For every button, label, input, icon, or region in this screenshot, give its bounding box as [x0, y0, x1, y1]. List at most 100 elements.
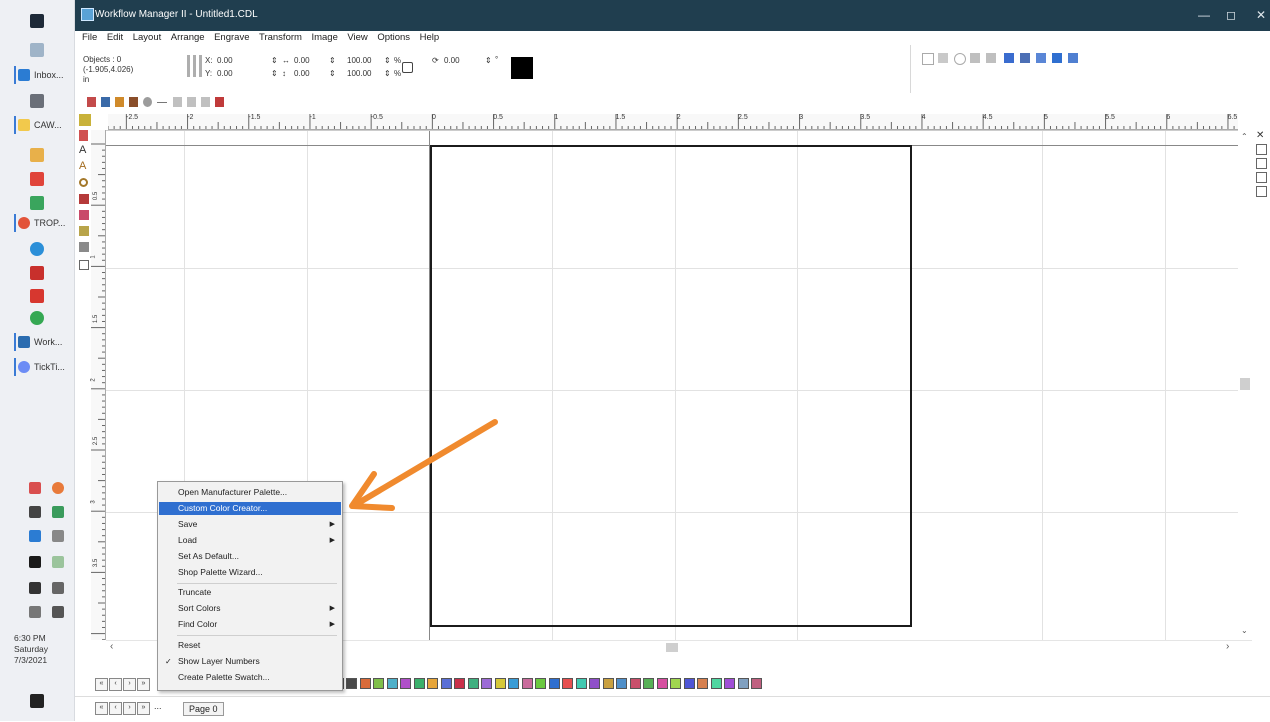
tool-icon[interactable]	[173, 97, 182, 107]
menu-item-set-as-default[interactable]: Set As Default...	[159, 550, 341, 563]
palette-next-button[interactable]: ›	[123, 678, 136, 691]
tray-icon[interactable]	[52, 530, 64, 542]
y-input[interactable]: 0.00	[217, 69, 233, 78]
shape-tool-icon[interactable]	[79, 194, 89, 204]
tool-icon[interactable]	[115, 97, 124, 107]
color-swatch[interactable]	[643, 678, 654, 689]
zoom-icon[interactable]	[1256, 172, 1267, 183]
color-swatch[interactable]	[440, 678, 452, 689]
color-swatch[interactable]	[751, 678, 762, 689]
color-swatch[interactable]	[575, 678, 587, 689]
tool-icon[interactable]	[201, 97, 210, 107]
scroll-up-icon[interactable]: ⌃	[1241, 132, 1248, 141]
menu-item-open-manufacturer-palette[interactable]: Open Manufacturer Palette...	[159, 486, 341, 499]
height-input[interactable]: 0.00	[294, 69, 310, 78]
circle-icon[interactable]	[954, 53, 966, 65]
menu-image[interactable]: Image	[311, 31, 337, 45]
width-percent-input[interactable]: 100.00	[347, 56, 371, 65]
green-app-icon[interactable]	[30, 196, 44, 210]
color-swatch[interactable]	[413, 678, 425, 689]
color-swatch[interactable]	[481, 678, 492, 689]
menu-item-create-palette-swatch[interactable]: Create Palette Swatch...	[159, 671, 341, 684]
rotate-input[interactable]: 0.00	[444, 56, 460, 65]
color-swatch[interactable]	[710, 678, 722, 689]
select-tool-icon[interactable]	[1004, 53, 1014, 63]
width-input[interactable]: 0.00	[294, 56, 310, 65]
menu-item-save[interactable]: Save ▶	[159, 518, 341, 531]
pointer-tool-icon[interactable]	[79, 130, 88, 141]
x-input[interactable]: 0.00	[217, 56, 233, 65]
start-icon[interactable]	[30, 14, 44, 28]
fill-tool-icon[interactable]	[79, 210, 89, 220]
green-circle-icon[interactable]	[30, 311, 44, 325]
close-panel-icon[interactable]: ✕	[1256, 130, 1264, 141]
volume-icon[interactable]	[52, 606, 64, 618]
zoom-tool-icon[interactable]	[79, 178, 88, 187]
color-swatch[interactable]	[737, 678, 749, 689]
zoom-icon[interactable]	[1256, 158, 1267, 169]
color-swatch[interactable]	[467, 678, 479, 689]
maximize-button[interactable]: ◻	[1226, 8, 1236, 22]
spin-icon[interactable]: ⇕	[271, 56, 278, 65]
transform-tool-icon[interactable]	[1052, 53, 1062, 63]
tool-icon[interactable]	[101, 97, 110, 107]
menu-layout[interactable]: Layout	[133, 31, 162, 45]
tool-icon[interactable]	[187, 97, 196, 107]
tray-icon[interactable]	[29, 482, 41, 494]
spin-icon[interactable]: ⇕	[384, 69, 391, 78]
menu-item-sort-colors[interactable]: Sort Colors ▶	[159, 602, 341, 615]
color-swatch[interactable]	[548, 678, 560, 689]
anchor-grid-icon[interactable]	[187, 55, 203, 77]
color-swatch[interactable]	[724, 678, 735, 689]
taskbar-app-trop[interactable]: TROP...	[14, 214, 72, 232]
snip-icon[interactable]	[30, 148, 44, 162]
color-swatch[interactable]	[521, 678, 533, 689]
color-swatch[interactable]	[589, 678, 600, 689]
zoom-icon[interactable]	[1256, 186, 1267, 197]
spin-icon[interactable]: ⇕	[271, 69, 278, 78]
menu-engrave[interactable]: Engrave	[214, 31, 249, 45]
scroll-thumb[interactable]	[666, 643, 678, 652]
grid-tool-icon[interactable]	[1036, 53, 1046, 63]
menu-edit[interactable]: Edit	[107, 31, 123, 45]
color-swatch[interactable]	[683, 678, 695, 689]
scroll-left-icon[interactable]: ‹	[110, 641, 113, 652]
menu-item-load[interactable]: Load ▶	[159, 534, 341, 547]
tray-icon[interactable]	[52, 482, 64, 494]
close-button[interactable]: ✕	[1256, 8, 1266, 22]
color-swatch[interactable]	[670, 678, 681, 689]
tool-icon[interactable]	[129, 97, 138, 107]
color-swatch[interactable]	[616, 678, 627, 689]
color-swatch[interactable]	[697, 678, 708, 689]
fill-tool-icon[interactable]	[1020, 53, 1030, 63]
palette-first-button[interactable]: «	[95, 678, 108, 691]
height-percent-input[interactable]: 100.00	[347, 69, 371, 78]
tool-icon[interactable]	[215, 97, 224, 107]
menu-item-truncate[interactable]: Truncate	[159, 586, 341, 599]
taskview-icon[interactable]	[30, 43, 44, 57]
taskbar-app-workflow[interactable]: Work...	[14, 333, 72, 351]
edit-tool-icon[interactable]	[1068, 53, 1078, 63]
dropbox-icon[interactable]	[29, 556, 41, 568]
lock-ratio-icon[interactable]	[402, 62, 413, 73]
menu-arrange[interactable]: Arrange	[171, 31, 205, 45]
scroll-thumb[interactable]	[1240, 378, 1250, 390]
tray-icon[interactable]	[29, 530, 41, 542]
page-last-button[interactable]: »	[137, 702, 150, 715]
color-swatch[interactable]	[602, 678, 614, 689]
tray-icon[interactable]	[52, 556, 64, 568]
color-swatch[interactable]	[427, 678, 438, 689]
page-next-button[interactable]: ›	[123, 702, 136, 715]
tool-icon[interactable]	[87, 97, 96, 107]
clock[interactable]: 6:30 PM Saturday 7/3/2021	[14, 633, 64, 666]
text-tool-icon[interactable]: A	[79, 144, 86, 156]
color-swatch[interactable]	[494, 678, 506, 689]
page-add-button[interactable]: ...	[154, 701, 162, 711]
color-swatch[interactable]	[359, 678, 371, 689]
zoom-icon[interactable]	[1256, 144, 1267, 155]
color-swatch[interactable]	[562, 678, 573, 689]
menu-file[interactable]: File	[82, 31, 97, 45]
menu-transform[interactable]: Transform	[259, 31, 302, 45]
vertical-ruler[interactable]: 0.5 1 1.5 2 2.5 3 3.5	[91, 130, 106, 640]
page-tab[interactable]: Page 0	[183, 702, 224, 716]
